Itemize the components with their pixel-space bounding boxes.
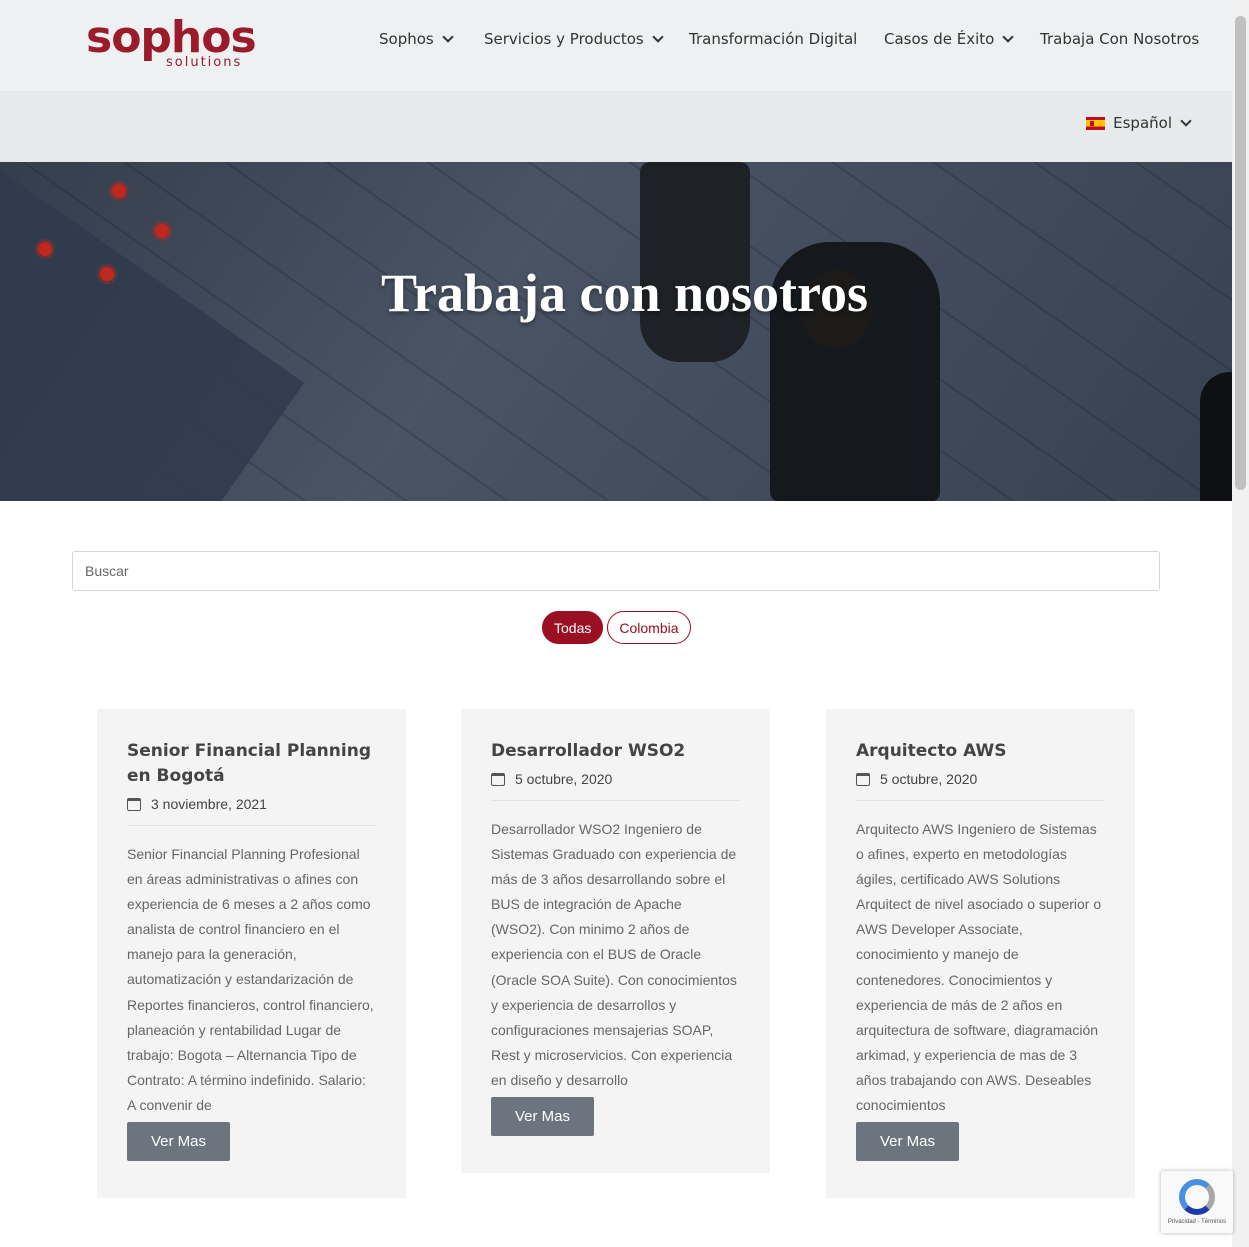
divider [856,800,1105,801]
spain-flag-icon [1086,116,1106,130]
filter-todas[interactable]: Todas [542,611,604,644]
ver-mas-button[interactable]: Ver Mas [491,1097,594,1137]
job-title[interactable]: Arquitecto AWS [856,739,1105,764]
recaptcha-badge[interactable]: Privacidad - Términos [1161,1171,1233,1233]
job-excerpt: Senior Financial Planning Profesional en… [127,846,374,1113]
job-date-text: 5 octubre, 2020 [515,771,613,787]
job-date-text: 3 noviembre, 2021 [151,796,267,812]
flower-decoration [38,242,52,256]
divider [491,800,740,801]
language-selector[interactable]: Español [1086,114,1192,132]
hero-banner: Trabaja con nosotros [0,162,1232,501]
page: sophos solutions Sophos Servicios y Prod… [0,0,1249,1247]
nav-item-label: Servicios y Productos [484,30,644,48]
nav-item-trabaja[interactable]: Trabaja Con Nosotros [1040,30,1199,48]
job-card: Desarrollador WSO2 5 octubre, 2020 Desar… [461,709,770,1173]
job-date: 5 octubre, 2020 [491,768,740,790]
flower-decoration [155,224,169,238]
job-excerpt: Desarrollador WSO2 Ingeniero de Sistemas… [491,821,737,1088]
search-input[interactable] [72,551,1160,591]
job-title[interactable]: Senior Financial Planning en Bogotá [127,739,376,789]
nav-item-label: Trabaja Con Nosotros [1040,30,1200,48]
job-title[interactable]: Desarrollador WSO2 [491,739,740,764]
language-label: Español [1113,114,1172,132]
divider [127,825,376,826]
main-nav: Sophos Servicios y Productos Transformac… [0,30,1232,54]
recaptcha-links: Privacidad - Términos [1167,1219,1227,1225]
nav-item-servicios[interactable]: Servicios y Productos [484,30,664,48]
job-date: 5 octubre, 2020 [856,768,1105,790]
nav-item-transformacion[interactable]: Transformación Digital [689,30,857,48]
job-date: 3 noviembre, 2021 [127,793,376,815]
top-navbar: sophos solutions Sophos Servicios y Prod… [0,0,1232,91]
nav-item-casos[interactable]: Casos de Éxito [884,30,1015,48]
filter-colombia[interactable]: Colombia [607,611,691,644]
logo-subtitle: solutions [166,55,243,70]
nav-item-label: Transformación Digital [689,30,858,48]
chevron-down-icon [1180,114,1192,127]
job-card: Senior Financial Planning en Bogotá 3 no… [97,709,406,1198]
hero-background-shape [0,162,305,501]
nav-item-label: Casos de Éxito [884,30,995,48]
chevron-down-icon [442,30,454,43]
page-title: Trabaja con nosotros [380,263,869,323]
calendar-icon [856,772,870,786]
calendar-icon [491,772,505,786]
chevron-down-icon [652,30,664,43]
job-excerpt: Arquitecto AWS Ingeniero de Sistemas o a… [856,821,1102,1114]
scrollbar-thumb[interactable] [1235,16,1246,490]
flower-decoration [112,184,126,198]
job-date-text: 5 octubre, 2020 [880,771,978,787]
nav-item-sophos[interactable]: Sophos [379,30,454,48]
language-bar: Español [0,91,1232,162]
calendar-icon [127,797,141,811]
recaptcha-icon [1179,1179,1215,1215]
hero-person-figure [1200,372,1232,501]
location-filters: Todas Colombia [542,611,691,644]
job-card: Arquitecto AWS 5 octubre, 2020 Arquitect… [826,709,1135,1198]
nav-item-label: Sophos [379,30,434,48]
ver-mas-button[interactable]: Ver Mas [856,1122,959,1162]
ver-mas-button[interactable]: Ver Mas [127,1122,230,1162]
chevron-down-icon [1002,30,1015,43]
